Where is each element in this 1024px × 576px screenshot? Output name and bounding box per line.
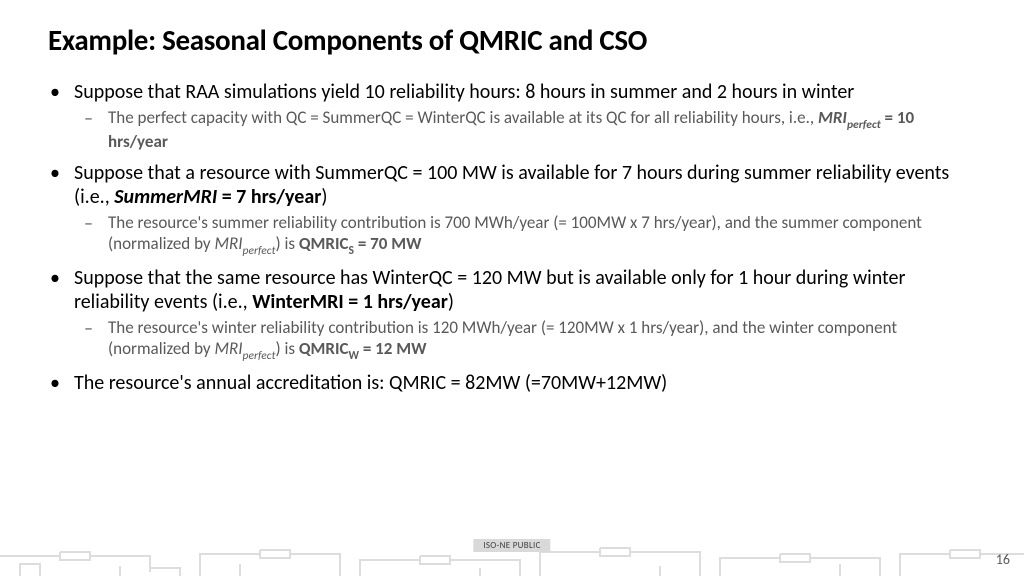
b3s-sub: perfect: [243, 349, 276, 363]
b1s-sub: perfect: [847, 118, 881, 132]
b2s-qmric: QMRIC: [299, 233, 349, 254]
bullet-2: Suppose that a resource with SummerQC = …: [74, 161, 976, 258]
bullet-1-text: Suppose that RAA simulations yield 10 re…: [74, 80, 854, 104]
b3-bold: WinterMRI = 1 hrs/year: [252, 290, 448, 314]
bullet-3: Suppose that the same resource has Winte…: [74, 266, 976, 363]
bullet-3-sub: The resource's winter reliability contri…: [74, 318, 976, 362]
slide-title: Example: Seasonal Components of QMRIC an…: [48, 22, 976, 58]
bullet-2-sub-1: The resource's summer reliability contri…: [108, 213, 976, 257]
slide: Example: Seasonal Components of QMRIC an…: [0, 0, 1024, 576]
footer-label: ISO-NE PUBLIC: [473, 539, 550, 552]
b2s-mid: ) is: [275, 233, 298, 254]
b1s-pre: The perfect capacity with QC = SummerQC …: [108, 107, 818, 128]
footer: ISO-NE PUBLIC 16: [0, 536, 1024, 576]
bullet-list: Suppose that RAA simulations yield 10 re…: [48, 80, 976, 395]
page-number: 16: [996, 551, 1010, 568]
b3-post: ): [448, 290, 454, 314]
b3s-mid: ) is: [275, 338, 298, 359]
b3s-qsub: W: [349, 349, 359, 363]
bullet-4: The resource's annual accreditation is: …: [74, 371, 976, 395]
b4-text: The resource's annual accreditation is: …: [74, 371, 667, 395]
bullet-3-sub-1: The resource's winter reliability contri…: [108, 318, 976, 362]
b2-post: ): [321, 185, 327, 209]
bullet-1-sub: The perfect capacity with QC = SummerQC …: [74, 108, 976, 152]
b3-pre: Suppose that the same resource has Winte…: [74, 266, 905, 314]
bullet-1: Suppose that RAA simulations yield 10 re…: [74, 80, 976, 153]
bullet-1-sub-1: The perfect capacity with QC = SummerQC …: [108, 108, 976, 152]
b2s-mri: MRI: [214, 233, 242, 254]
b2s-sub: perfect: [243, 244, 276, 258]
b3s-qmric: QMRIC: [299, 338, 349, 359]
b2-bold: SummerMRI: [114, 185, 217, 209]
b2s-qsub: S: [349, 244, 354, 258]
bullet-2-sub: The resource's summer reliability contri…: [74, 213, 976, 257]
b2s-val: = 70 MW: [354, 233, 422, 254]
b2-bold2: = 7 hrs/year: [217, 185, 321, 209]
b1s-mri: MRI: [818, 107, 847, 128]
b3s-val: = 12 MW: [359, 338, 427, 359]
b3s-mri: MRI: [214, 338, 242, 359]
